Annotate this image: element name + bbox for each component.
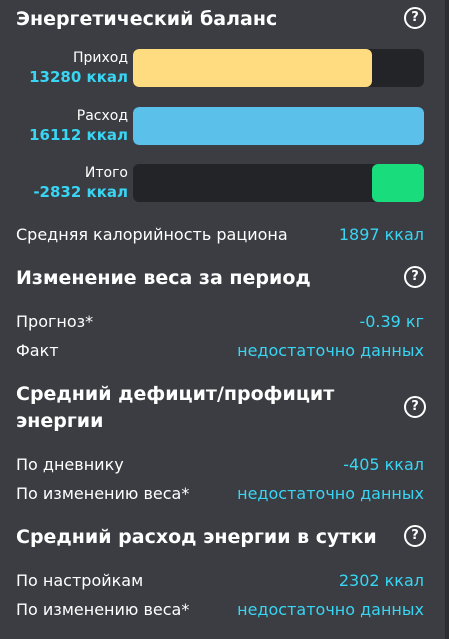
total-label-group: Итого -2832 ккал [16, 164, 128, 202]
expense-label-group: Расход 16112 ккал [16, 107, 128, 145]
scrollbar-track[interactable] [445, 0, 449, 639]
deficit-by-weight-value: недостаточно данных [237, 484, 424, 503]
energy-stats-panel: Энергетический баланс ? Приход 13280 кка… [0, 0, 449, 639]
deficit-by-weight-label: По изменению веса* [16, 484, 190, 503]
settings-value: 2302 ккал [338, 571, 424, 590]
fact-value: недостаточно данных [237, 341, 424, 360]
help-icon[interactable]: ? [404, 396, 426, 418]
settings-label: По настройкам [16, 571, 144, 590]
diary-value: -405 ккал [343, 455, 424, 474]
expense-label: Расход [76, 108, 128, 124]
expense-by-weight-label: По изменению веса* [16, 600, 190, 619]
help-icon[interactable]: ? [404, 266, 426, 288]
intake-label-group: Приход 13280 ккал [16, 49, 128, 87]
expense-value: 16112 ккал [29, 126, 128, 144]
intake-label: Приход [72, 50, 128, 66]
avg-calorie-value: 1897 ккал [338, 225, 424, 244]
expense-by-weight-value: недостаточно данных [237, 600, 424, 619]
avg-expense-title: Средний расход энергии в сутки [16, 526, 377, 548]
total-bar [133, 164, 424, 202]
expense-bar-fill [133, 107, 424, 145]
avg-deficit-title: Средний дефицит/профицит энергии [16, 381, 334, 435]
intake-value: 13280 ккал [29, 68, 128, 86]
help-icon[interactable]: ? [404, 525, 426, 547]
forecast-label: Прогноз* [16, 312, 94, 331]
intake-bar-fill [133, 49, 372, 87]
avg-deficit-title-line2: энергии [16, 410, 104, 432]
help-icon[interactable]: ? [404, 7, 426, 29]
total-label: Итого [84, 165, 128, 181]
avg-calorie-label: Средняя калорийность рациона [16, 225, 288, 244]
total-bar-fill [371, 164, 424, 202]
avg-deficit-title-line1: Средний дефицит/профицит [16, 383, 335, 405]
expense-bar [133, 107, 424, 145]
diary-label: По дневнику [16, 455, 124, 474]
intake-bar [133, 49, 424, 87]
total-value: -2832 ккал [33, 183, 128, 201]
forecast-value: -0.39 кг [359, 312, 424, 331]
weight-change-title: Изменение веса за период [16, 267, 311, 289]
energy-balance-title: Энергетический баланс [16, 8, 278, 30]
fact-label: Факт [16, 341, 59, 360]
